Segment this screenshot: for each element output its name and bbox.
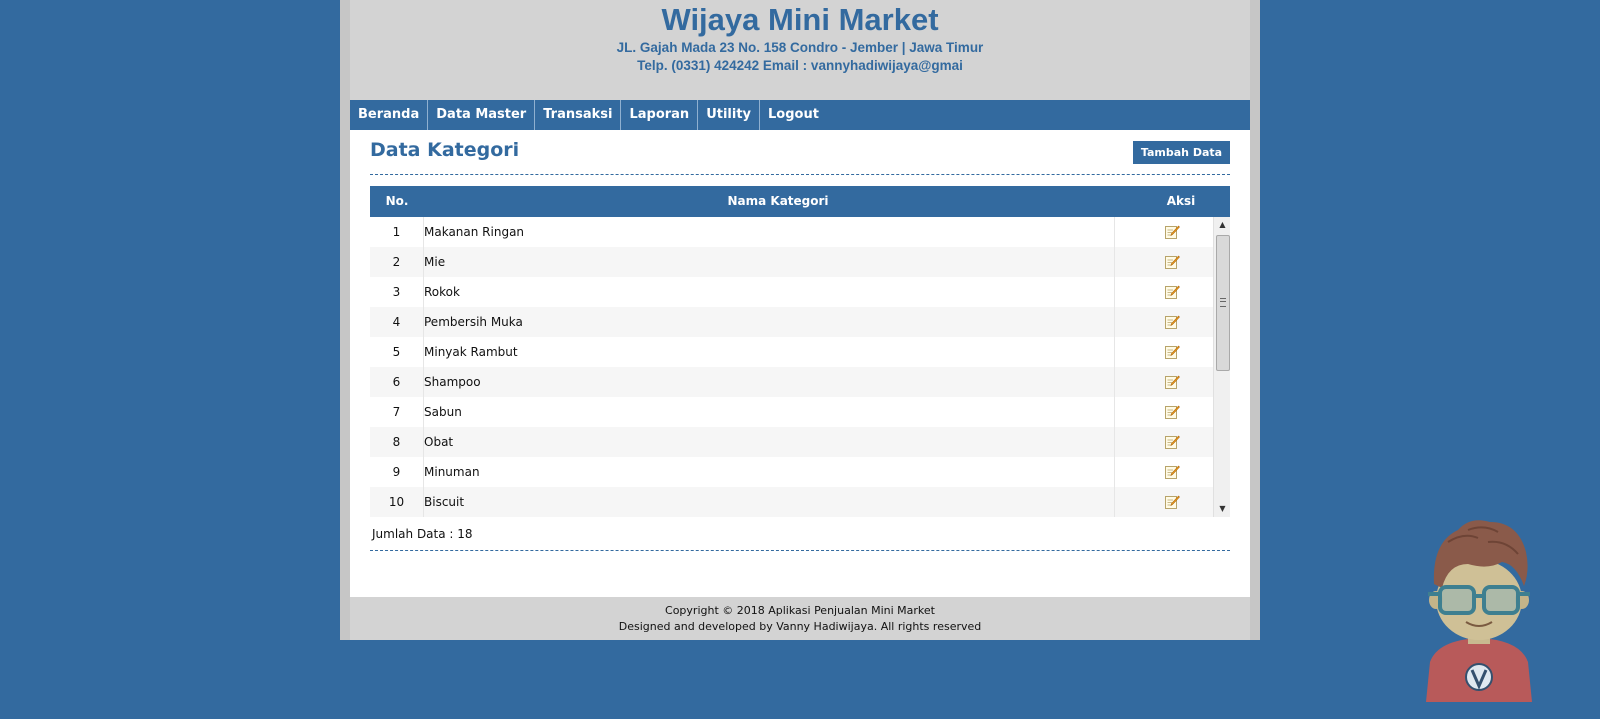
edit-icon[interactable] — [1164, 434, 1180, 450]
edit-icon[interactable] — [1164, 374, 1180, 390]
table-row: 1 Makanan Ringan — [370, 217, 1213, 247]
table-row: 2 Mie — [370, 247, 1213, 277]
nav-item-logout[interactable]: Logout — [760, 100, 827, 130]
row-name: Minuman — [424, 457, 1115, 487]
row-action — [1132, 457, 1213, 487]
row-name: Obat — [424, 427, 1115, 457]
site-header: Wijaya Mini Market JL. Gajah Mada 23 No.… — [350, 0, 1250, 100]
row-name: Makanan Ringan — [424, 217, 1115, 247]
row-number: 3 — [370, 277, 424, 307]
mascot-avatar — [1426, 520, 1532, 702]
column-header-name: Nama Kategori — [727, 194, 829, 208]
table-row: 9 Minuman — [370, 457, 1213, 487]
row-action — [1132, 367, 1213, 397]
row-action — [1132, 397, 1213, 427]
row-name-text: Rokok — [424, 285, 460, 299]
row-name-text: Obat — [424, 435, 454, 449]
row-action — [1132, 247, 1213, 277]
row-number: 5 — [370, 337, 424, 367]
nav-item-data-master[interactable]: Data Master — [428, 100, 536, 130]
divider — [370, 174, 1230, 175]
row-name: Biscuit — [424, 487, 1115, 517]
copyright-text: Copyright © 2018 Aplikasi Penjualan Mini… — [665, 604, 935, 617]
edit-icon[interactable] — [1164, 464, 1180, 480]
row-number: 9 — [370, 457, 424, 487]
page-title: Data Kategori — [370, 139, 520, 161]
row-number: 1 — [370, 217, 424, 247]
row-name-text: Shampoo — [424, 375, 481, 389]
record-count: Jumlah Data : 18 — [372, 527, 473, 541]
credits-text: Designed and developed by Vanny Hadiwija… — [618, 620, 982, 633]
row-name-text: Minuman — [424, 465, 480, 479]
row-name-text: Mie — [424, 255, 446, 269]
column-header-action: Aksi — [1166, 194, 1196, 208]
row-action — [1132, 217, 1213, 247]
row-name-text: Biscuit — [424, 495, 465, 509]
row-action — [1132, 427, 1213, 457]
row-number: 2 — [370, 247, 424, 277]
main-content: Data Kategori Tambah Data No. Nama Kateg… — [350, 130, 1250, 597]
table-header: No. Nama Kategori Aksi — [370, 186, 1230, 217]
table-row: 10 Biscuit — [370, 487, 1213, 517]
row-name: Pembersih Muka — [424, 307, 1115, 337]
table-row: 5 Minyak Rambut — [370, 337, 1213, 367]
nav-item-utility[interactable]: Utility — [698, 100, 761, 130]
row-number: 8 — [370, 427, 424, 457]
page-frame: Wijaya Mini Market JL. Gajah Mada 23 No.… — [340, 0, 1260, 640]
row-name: Sabun — [424, 397, 1115, 427]
row-name-text: Makanan Ringan — [424, 225, 525, 239]
row-name: Minyak Rambut — [424, 337, 1115, 367]
row-action — [1132, 487, 1213, 517]
edit-icon[interactable] — [1164, 344, 1180, 360]
row-action — [1132, 307, 1213, 337]
table-row: 6 Shampoo — [370, 367, 1213, 397]
edit-icon[interactable] — [1164, 314, 1180, 330]
page-container: Wijaya Mini Market JL. Gajah Mada 23 No.… — [350, 0, 1250, 640]
row-name: Shampoo — [424, 367, 1115, 397]
scrollbar-thumb[interactable] — [1216, 235, 1230, 371]
nav-item-beranda[interactable]: Beranda — [350, 100, 429, 130]
edit-icon[interactable] — [1164, 254, 1180, 270]
table-row: 3 Rokok — [370, 277, 1213, 307]
row-name: Rokok — [424, 277, 1115, 307]
table-row: 4 Pembersih Muka — [370, 307, 1213, 337]
row-name-text: Sabun — [424, 405, 462, 419]
row-number: 4 — [370, 307, 424, 337]
table-scrollbar[interactable]: ▲ ▼ — [1213, 217, 1230, 517]
edit-icon[interactable] — [1164, 404, 1180, 420]
row-number: 6 — [370, 367, 424, 397]
table-body[interactable]: 1 Makanan Ringan 2 Mie 3 Rokok 4 Pembers… — [370, 217, 1230, 517]
row-name-text: Pembersih Muka — [424, 315, 523, 329]
row-name-text: Minyak Rambut — [424, 345, 518, 359]
nav-item-laporan[interactable]: Laporan — [621, 100, 699, 130]
site-contact: Telp. (0331) 424242 Email : vannyhadiwij… — [637, 58, 963, 73]
row-action — [1132, 277, 1213, 307]
site-address: JL. Gajah Mada 23 No. 158 Condro - Jembe… — [616, 40, 984, 55]
table-row: 7 Sabun — [370, 397, 1213, 427]
grip-icon — [1220, 298, 1226, 307]
edit-icon[interactable] — [1164, 224, 1180, 240]
divider — [370, 550, 1230, 551]
row-number: 10 — [370, 487, 424, 517]
edit-icon[interactable] — [1164, 284, 1180, 300]
site-title: Wijaya Mini Market — [661, 2, 939, 37]
site-footer: Copyright © 2018 Aplikasi Penjualan Mini… — [350, 597, 1250, 640]
table-row: 8 Obat — [370, 427, 1213, 457]
nav-item-transaksi[interactable]: Transaksi — [535, 100, 622, 130]
row-name: Mie — [424, 247, 1115, 277]
row-action — [1132, 337, 1213, 367]
scroll-up-arrow-icon[interactable]: ▲ — [1214, 217, 1230, 233]
edit-icon[interactable] — [1164, 494, 1180, 510]
row-number: 7 — [370, 397, 424, 427]
scroll-down-arrow-icon[interactable]: ▼ — [1214, 501, 1230, 517]
add-data-button[interactable]: Tambah Data — [1133, 141, 1230, 164]
main-nav: Beranda Data Master Transaksi Laporan Ut… — [350, 100, 1250, 130]
column-header-no: No. — [385, 194, 409, 208]
